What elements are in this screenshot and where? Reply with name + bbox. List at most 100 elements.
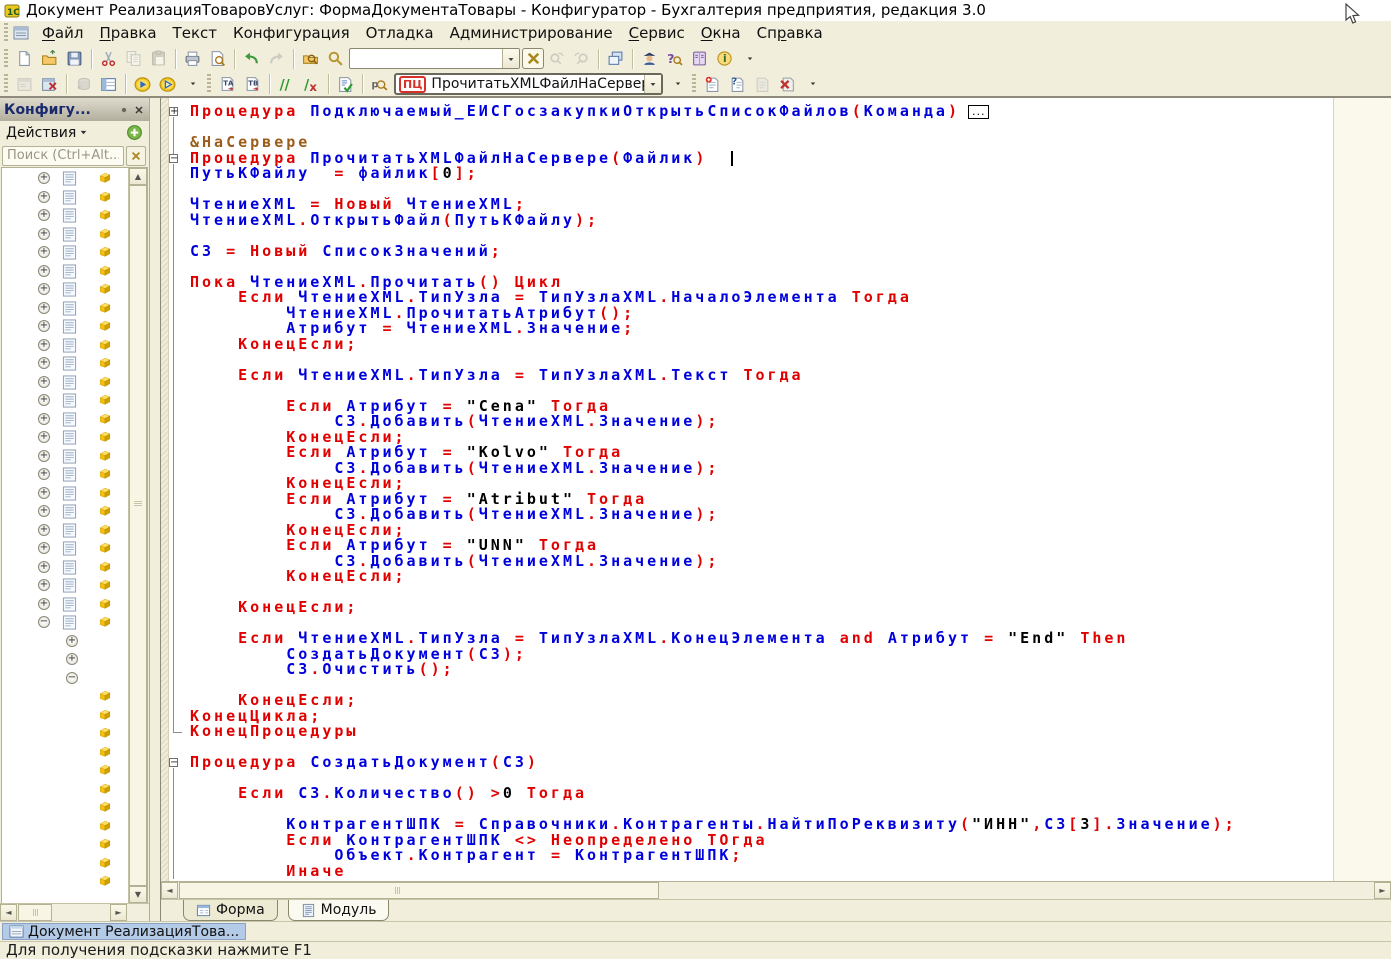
expand-icon[interactable]: +	[38, 560, 50, 573]
context-help-button[interactable]: ?	[662, 47, 687, 70]
overflow-button[interactable]	[665, 73, 690, 96]
close-icon[interactable]	[133, 104, 145, 116]
help-contents-button[interactable]	[687, 47, 712, 70]
tree-node[interactable]: +	[2, 539, 128, 558]
menu-item-edit[interactable]: Правка	[91, 22, 164, 44]
window-bar-item[interactable]: Документ РеализацияТова...	[2, 923, 247, 940]
menu-item-debug[interactable]: Отладка	[358, 22, 442, 44]
fold-collapsed-icon[interactable]: +	[169, 107, 178, 117]
tree-leaf[interactable]	[2, 872, 128, 891]
tree-leaf[interactable]	[2, 743, 128, 762]
tree-leaf[interactable]	[2, 761, 128, 780]
expand-icon[interactable]: +	[38, 468, 50, 480]
expand-icon[interactable]: +	[38, 505, 50, 517]
tree-node[interactable]: +	[2, 336, 128, 355]
tree-node[interactable]: +	[2, 410, 128, 429]
tree-leaf[interactable]	[2, 687, 128, 706]
expand-icon[interactable]: +	[38, 209, 50, 221]
expand-icon[interactable]: +	[38, 172, 50, 184]
tree-leaf[interactable]	[2, 798, 128, 817]
find-previous-button[interactable]	[569, 47, 594, 70]
tree-node[interactable]: +	[2, 206, 128, 225]
tree-node[interactable]: +	[2, 391, 128, 410]
tree-node[interactable]: +	[2, 502, 128, 521]
procedure-combobox[interactable]: ПЦ ПрочитатьXMLФайлНаСервере	[394, 73, 664, 95]
bookmark-question-button[interactable]: ?	[725, 73, 750, 96]
tree-node[interactable]: +	[2, 447, 128, 466]
panel-splitter[interactable]	[150, 98, 160, 921]
scroll-thumb[interactable]	[18, 904, 52, 921]
expand-icon[interactable]: +	[38, 190, 50, 203]
scroll-left-button[interactable]: ◄	[0, 904, 17, 921]
menu-item-configuration[interactable]: Конфигурация	[225, 22, 358, 44]
tree-leaf[interactable]	[2, 854, 128, 873]
expand-icon[interactable]: +	[38, 357, 50, 369]
search-dropdown-button[interactable]	[502, 49, 519, 68]
fold-expanded-icon[interactable]: −	[169, 153, 178, 163]
paste-button[interactable]	[146, 47, 171, 70]
actions-button[interactable]: Действия	[6, 125, 88, 141]
tree-leaf[interactable]	[2, 706, 128, 725]
find-next-button[interactable]	[544, 47, 569, 70]
print-preview-button[interactable]	[205, 47, 230, 70]
copy-button[interactable]	[121, 47, 146, 70]
procedures-functions-button[interactable]: p	[367, 73, 392, 96]
expand-icon[interactable]: +	[38, 246, 50, 258]
tree-node[interactable]: +	[2, 354, 128, 373]
syntax-check-button[interactable]	[333, 73, 358, 96]
expand-icon[interactable]: +	[38, 283, 50, 295]
scroll-right-button[interactable]: ►	[110, 904, 127, 921]
db-history-button[interactable]	[71, 73, 96, 96]
find-button[interactable]	[323, 47, 348, 70]
scroll-thumb[interactable]	[179, 882, 659, 899]
collapsed-code-box[interactable]: ...	[967, 105, 990, 119]
template-a-button[interactable]: ТА	[215, 73, 240, 96]
fold-expanded-icon[interactable]: −	[169, 758, 178, 768]
start-debugging-button[interactable]	[130, 73, 155, 96]
expand-icon[interactable]: +	[66, 653, 78, 665]
expand-icon[interactable]: +	[38, 542, 50, 554]
menu-item-windows[interactable]: Окна	[693, 22, 749, 44]
expand-icon[interactable]: +	[38, 486, 50, 499]
bookmark-prev-button[interactable]	[750, 73, 775, 96]
tree-node[interactable]: +	[2, 558, 128, 577]
menubar-grip[interactable]	[4, 23, 8, 43]
redo-button[interactable]	[264, 47, 289, 70]
tree-node[interactable]: −	[2, 613, 128, 632]
tab-module[interactable]: Модуль	[287, 900, 390, 921]
config-tree[interactable]: + + + + + + + + + + + + + + + + + + + + + + + + − + + −	[2, 169, 128, 903]
expand-icon[interactable]: +	[38, 597, 50, 610]
toolbar-grip[interactable]	[4, 48, 8, 69]
scroll-thumb[interactable]	[129, 185, 147, 886]
menu-item-help[interactable]: Справка	[749, 22, 831, 44]
expand-icon[interactable]: +	[38, 264, 50, 277]
tree-leaf[interactable]	[2, 835, 128, 854]
search-input[interactable]	[350, 50, 502, 67]
tree-node[interactable]: +	[2, 169, 128, 188]
menu-item-file[interactable]: Файл	[34, 22, 91, 44]
code-horizontal-scrollbar[interactable]: ◄ ►	[161, 881, 1391, 899]
scroll-left-button[interactable]: ◄	[161, 882, 178, 899]
tree-node[interactable]: +	[2, 280, 128, 299]
expand-icon[interactable]: +	[38, 431, 50, 443]
check-module-button[interactable]	[37, 73, 62, 96]
bookmark-delete-button[interactable]	[775, 73, 800, 96]
scroll-right-button[interactable]: ►	[1374, 882, 1391, 899]
tree-node[interactable]: +	[2, 243, 128, 262]
tree-node[interactable]: +	[2, 576, 128, 595]
about-button[interactable]: i	[712, 47, 737, 70]
tree-node[interactable]: +	[2, 299, 128, 318]
toolbar-grip[interactable]	[4, 74, 8, 94]
menu-item-service[interactable]: Сервис	[621, 22, 693, 44]
overflow-button[interactable]	[800, 73, 825, 96]
new-document-button[interactable]	[12, 47, 37, 70]
code-editor[interactable]: + Процедура Подключаемый_ЕИСГосзакупкиОтк…	[161, 98, 1391, 881]
overflow-button[interactable]	[737, 47, 762, 70]
tree-search-input[interactable]	[2, 145, 124, 166]
expand-icon[interactable]: +	[38, 375, 50, 388]
collapse-icon[interactable]: −	[38, 616, 50, 628]
form-table-button[interactable]	[96, 73, 121, 96]
comment-button[interactable]: //	[274, 73, 299, 96]
scroll-up-button[interactable]: ▲	[129, 168, 147, 185]
expand-icon[interactable]: +	[38, 449, 50, 462]
